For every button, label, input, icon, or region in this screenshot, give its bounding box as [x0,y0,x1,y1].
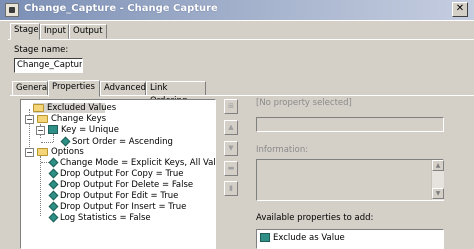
tree-item-drop-delete[interactable]: Drop Output For Delete = False [48,179,193,190]
app-icon [5,3,19,17]
tree-item-sort-order[interactable]: Sort Order = Ascending [60,136,173,147]
key-property-icon [48,125,58,134]
move-up-button[interactable]: ▲ [224,120,238,135]
property-icon [48,179,59,190]
property-icon [48,212,59,223]
tab-input[interactable]: Input [40,24,69,39]
tree-item-key[interactable]: Key = Unique [48,125,119,135]
collapse-options-icon[interactable]: − [25,148,34,157]
folder-icon [33,103,44,112]
information-label: Information: [256,145,309,155]
tab-output[interactable]: Output [69,24,107,39]
available-properties-list[interactable]: Exclude as Value [256,229,444,249]
property-icon [60,136,71,147]
information-box [256,159,444,201]
scroll-up-icon[interactable]: ▲ [432,160,444,171]
tree-item-change-mode[interactable]: Change Mode = Explicit Keys, All Values [48,157,215,168]
property-icon [48,168,59,179]
title-bar: Change_Capture - Change Capture ✕ [0,0,474,20]
property-tree[interactable]: Excluded Values − Change Keys − Key = Un… [20,99,216,249]
tab-link-ordering[interactable]: Link Ordering [146,81,206,106]
stage-name-field[interactable]: Change_Capture [14,58,83,73]
collapse-key-icon[interactable]: − [36,126,45,135]
property-icon [48,201,59,212]
available-properties-label: Available properties to add: [256,213,374,223]
property-icon [48,157,59,168]
scroll-down-icon[interactable]: ▼ [432,188,444,199]
tree-item-log-statistics[interactable]: Log Statistics = False [48,212,151,223]
tab-advanced[interactable]: Advanced [100,81,146,96]
no-property-label: [No property selected] [256,98,352,108]
information-scrollbar[interactable]: ▲ ▼ [431,160,444,200]
folder-icon [37,114,48,123]
folder-icon [37,147,48,156]
window-title: Change_Capture - Change Capture [24,3,218,14]
tree-item-drop-edit[interactable]: Drop Output For Edit = True [48,190,178,201]
tree-item-excluded-values[interactable]: Excluded Values [33,103,116,113]
move-down-button[interactable]: ▼ [224,141,238,156]
tab-stage[interactable]: Stage [10,23,40,40]
delete-property-button[interactable]: ▬ [224,161,238,176]
property-value-field[interactable] [256,117,444,132]
property-icon [260,233,270,242]
tree-item-options[interactable]: Options [37,147,84,157]
collapse-change-keys-icon[interactable]: − [25,115,34,124]
resize-button[interactable]: ▮ [224,181,238,196]
tree-item-drop-copy[interactable]: Drop Output For Copy = True [48,168,184,179]
tab-general[interactable]: General [12,81,50,96]
property-icon [48,190,59,201]
close-button[interactable]: ✕ [452,2,468,17]
add-property-button[interactable]: ⊞ [224,99,238,114]
stage-name-label: Stage name: [14,45,69,55]
tab-properties[interactable]: Properties [48,80,100,97]
tree-item-change-keys[interactable]: Change Keys [37,114,106,124]
list-item[interactable]: Exclude as Value [260,233,345,243]
tree-item-drop-insert[interactable]: Drop Output For Insert = True [48,201,186,212]
